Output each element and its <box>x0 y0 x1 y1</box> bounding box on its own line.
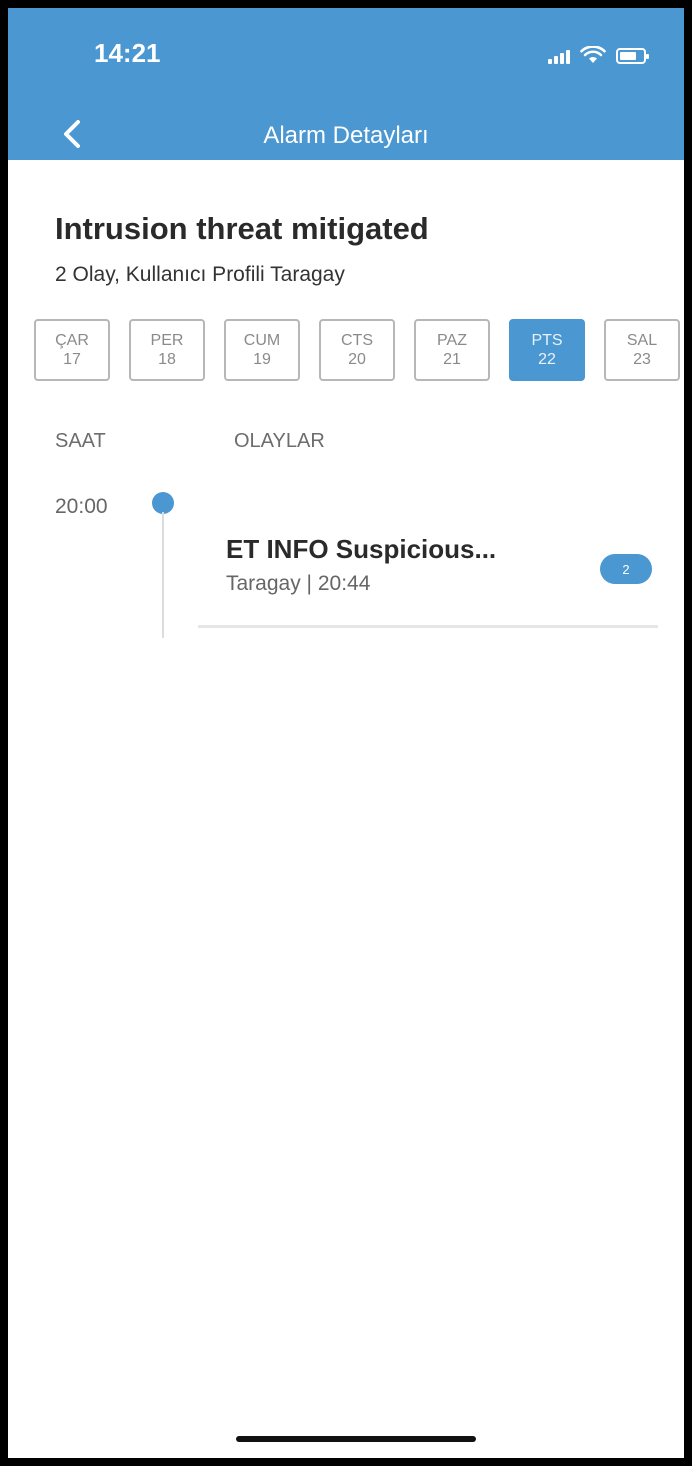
event-subtitle: Taragay | 20:44 <box>226 572 371 595</box>
day-number: 21 <box>443 351 461 368</box>
day-tab-cum[interactable]: CUM 19 <box>224 319 300 381</box>
day-tab-car[interactable]: ÇAR 17 <box>34 319 110 381</box>
day-selector: ÇAR 17 PER 18 CUM 19 CTS 20 PAZ 21 PTS 2… <box>34 319 680 389</box>
day-name: CUM <box>243 332 281 349</box>
timeline-line <box>162 512 164 638</box>
header-title: Alarm Detayları <box>263 122 429 149</box>
day-number: 18 <box>158 351 176 368</box>
day-name: PTS <box>531 332 563 349</box>
event-divider <box>198 625 658 628</box>
day-tab-pts[interactable]: PTS 22 <box>509 319 585 381</box>
day-tab-paz[interactable]: PAZ 21 <box>414 319 490 381</box>
day-tab-sal[interactable]: SAL 23 <box>604 319 680 381</box>
home-indicator[interactable] <box>236 1436 476 1442</box>
day-name: CTS <box>341 332 373 349</box>
app-header: 14:21 Alarm Detayları <box>8 8 684 160</box>
day-name: PER <box>150 332 184 349</box>
day-name: SAL <box>626 332 658 349</box>
status-time: 14:21 <box>94 38 161 68</box>
day-tab-per[interactable]: PER 18 <box>129 319 205 381</box>
timeline-time: 20:00 <box>55 495 108 518</box>
alarm-title: Intrusion threat mitigated <box>55 211 429 246</box>
event-count-badge: 2 <box>600 554 652 584</box>
timeline-dot <box>152 492 174 514</box>
column-header-saat: SAAT <box>55 430 106 452</box>
alarm-subtitle: 2 Olay, Kullanıcı Profili Taragay <box>55 263 345 286</box>
day-number: 23 <box>633 351 651 368</box>
day-number: 19 <box>253 351 271 368</box>
day-name: ÇAR <box>55 332 89 349</box>
day-tab-cts[interactable]: CTS 20 <box>319 319 395 381</box>
column-header-olaylar: OLAYLAR <box>234 430 325 452</box>
status-icons <box>548 46 649 64</box>
event-list-item[interactable]: ET INFO Suspicious... Taragay | 20:44 2 <box>198 528 658 628</box>
event-title: ET INFO Suspicious... <box>226 534 497 564</box>
day-number: 22 <box>538 351 556 368</box>
phone-screen: 14:21 Alarm Detayları Intrusion threat m… <box>0 0 692 1466</box>
day-number: 17 <box>63 351 81 368</box>
battery-icon <box>616 48 649 64</box>
day-number: 20 <box>348 351 366 368</box>
wifi-icon <box>580 46 606 63</box>
cellular-signal-icon <box>548 48 570 64</box>
day-name: PAZ <box>437 332 467 349</box>
